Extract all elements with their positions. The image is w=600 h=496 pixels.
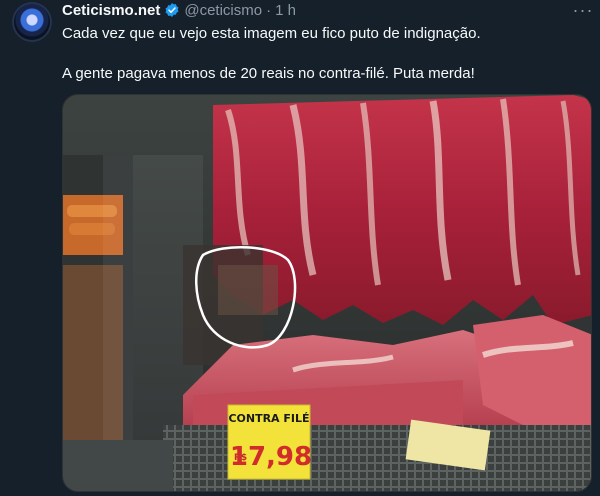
price-sign-label: CONTRA FILÉ — [228, 412, 309, 425]
tweet-header: Ceticismo.net @ceticismo · 1 h — [62, 0, 588, 20]
tweet-text: Cada vez que eu vejo esta imagem eu fico… — [62, 24, 582, 84]
tweet-media-image[interactable]: CONTRA FILÉ R$ 17,98 — [62, 94, 592, 492]
tweet-text-line-2: A gente pagava menos de 20 reais no cont… — [62, 65, 475, 82]
more-options-icon[interactable]: ··· — [568, 0, 598, 20]
author-handle[interactable]: @ceticismo — [184, 2, 262, 19]
author-avatar[interactable] — [12, 2, 52, 42]
price-sign: CONTRA FILÉ R$ 17,98 — [227, 404, 312, 480]
tweet-timestamp[interactable]: 1 h — [275, 2, 296, 19]
butcher-counter-photo: CONTRA FILÉ R$ 17,98 — [63, 95, 591, 491]
price-value: 17,98 — [230, 442, 312, 472]
verified-badge-icon — [165, 3, 179, 17]
author-name[interactable]: Ceticismo.net — [62, 2, 160, 19]
tweet-text-line-1: Cada vez que eu vejo esta imagem eu fico… — [62, 25, 481, 42]
header-separator: · — [266, 1, 272, 19]
